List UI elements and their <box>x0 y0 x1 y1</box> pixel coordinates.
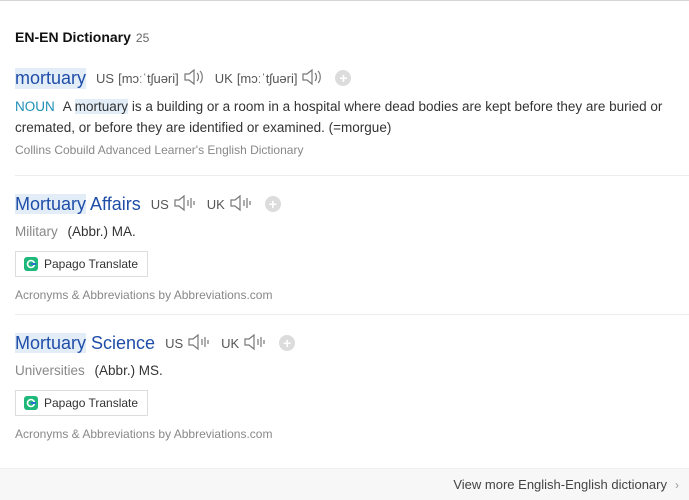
papago-icon <box>24 257 38 271</box>
speaker-icon[interactable] <box>243 333 267 354</box>
speaker-icon[interactable] <box>183 68 205 89</box>
papago-icon <box>24 396 38 410</box>
headword-link[interactable]: Mortuary Affairs <box>15 193 141 215</box>
chevron-right-icon: › <box>675 477 679 492</box>
speaker-icon[interactable] <box>229 194 253 215</box>
dictionary-entry: Mortuary Science US UK + Universities (A… <box>15 331 689 441</box>
headword-link[interactable]: mortuary <box>15 67 87 89</box>
speaker-icon[interactable] <box>301 68 323 89</box>
headword-rest: Affairs <box>90 193 141 214</box>
definition-highlight-word: mortuary <box>74 99 129 114</box>
abbreviation: (Abbr.) MS. <box>94 363 163 378</box>
section-header: EN-EN Dictionary 25 <box>15 29 149 45</box>
abbreviation-line: Military (Abbr.) MA. <box>15 224 689 239</box>
definition: NOUN A mortuary is a building or a room … <box>15 96 689 138</box>
uk-label: UK <box>206 196 225 212</box>
part-of-speech: NOUN <box>15 99 55 114</box>
us-label: US <box>96 70 115 86</box>
view-more-link[interactable]: View more English-English dictionary › <box>453 477 679 492</box>
dictionary-entry: mortuary US [mɔːˈtʃuəri] UK [mɔːˈtʃuəri]… <box>15 66 689 157</box>
papago-translate-label: Papago Translate <box>44 257 139 271</box>
us-pronunciation: US <box>151 194 197 215</box>
uk-pronunciation: UK <box>221 333 267 354</box>
add-to-wordbook-button[interactable]: + <box>279 335 296 351</box>
footer: View more English-English dictionary › <box>0 468 689 500</box>
top-divider <box>0 0 689 1</box>
us-ipa: [mɔːˈtʃuəri] <box>118 70 179 86</box>
headword-rest: Science <box>91 332 156 353</box>
source-label: Acronyms & Abbreviations by Abbreviation… <box>15 427 273 441</box>
papago-translate-label: Papago Translate <box>44 396 139 410</box>
definition-text-pre: A <box>62 99 72 114</box>
category-label: Military <box>15 224 58 239</box>
us-label: US <box>165 335 184 351</box>
us-pronunciation: US [mɔːˈtʃuəri] <box>96 68 205 89</box>
headword-highlight: Mortuary <box>15 193 87 214</box>
divider <box>15 314 689 315</box>
source-label: Acronyms & Abbreviations by Abbreviation… <box>15 288 273 302</box>
uk-ipa: [mɔːˈtʃuəri] <box>236 70 298 86</box>
papago-translate-button[interactable]: Papago Translate <box>15 390 149 416</box>
headword-link[interactable]: Mortuary Science <box>15 332 156 354</box>
section-title: EN-EN Dictionary <box>15 29 131 45</box>
uk-pronunciation: UK [mɔːˈtʃuəri] <box>215 68 324 89</box>
speaker-icon[interactable] <box>173 194 197 215</box>
uk-label: UK <box>221 335 240 351</box>
uk-label: UK <box>214 70 233 86</box>
us-pronunciation: US <box>165 333 211 354</box>
abbreviation-line: Universities (Abbr.) MS. <box>15 363 689 378</box>
divider <box>15 175 689 176</box>
headword-highlight: Mortuary <box>15 332 87 353</box>
abbreviation: (Abbr.) MA. <box>67 224 136 239</box>
dictionary-entry: Mortuary Affairs US UK + Military (Abbr.… <box>15 192 689 302</box>
category-label: Universities <box>15 363 85 378</box>
add-to-wordbook-button[interactable]: + <box>264 196 281 212</box>
us-label: US <box>150 196 169 212</box>
source-label: Collins Cobuild Advanced Learner's Engli… <box>15 143 304 157</box>
speaker-icon[interactable] <box>187 333 211 354</box>
result-count: 25 <box>135 31 150 45</box>
papago-translate-button[interactable]: Papago Translate <box>15 251 149 277</box>
add-to-wordbook-button[interactable]: + <box>335 70 352 86</box>
view-more-label: View more English-English dictionary <box>453 477 667 492</box>
uk-pronunciation: UK <box>207 194 253 215</box>
